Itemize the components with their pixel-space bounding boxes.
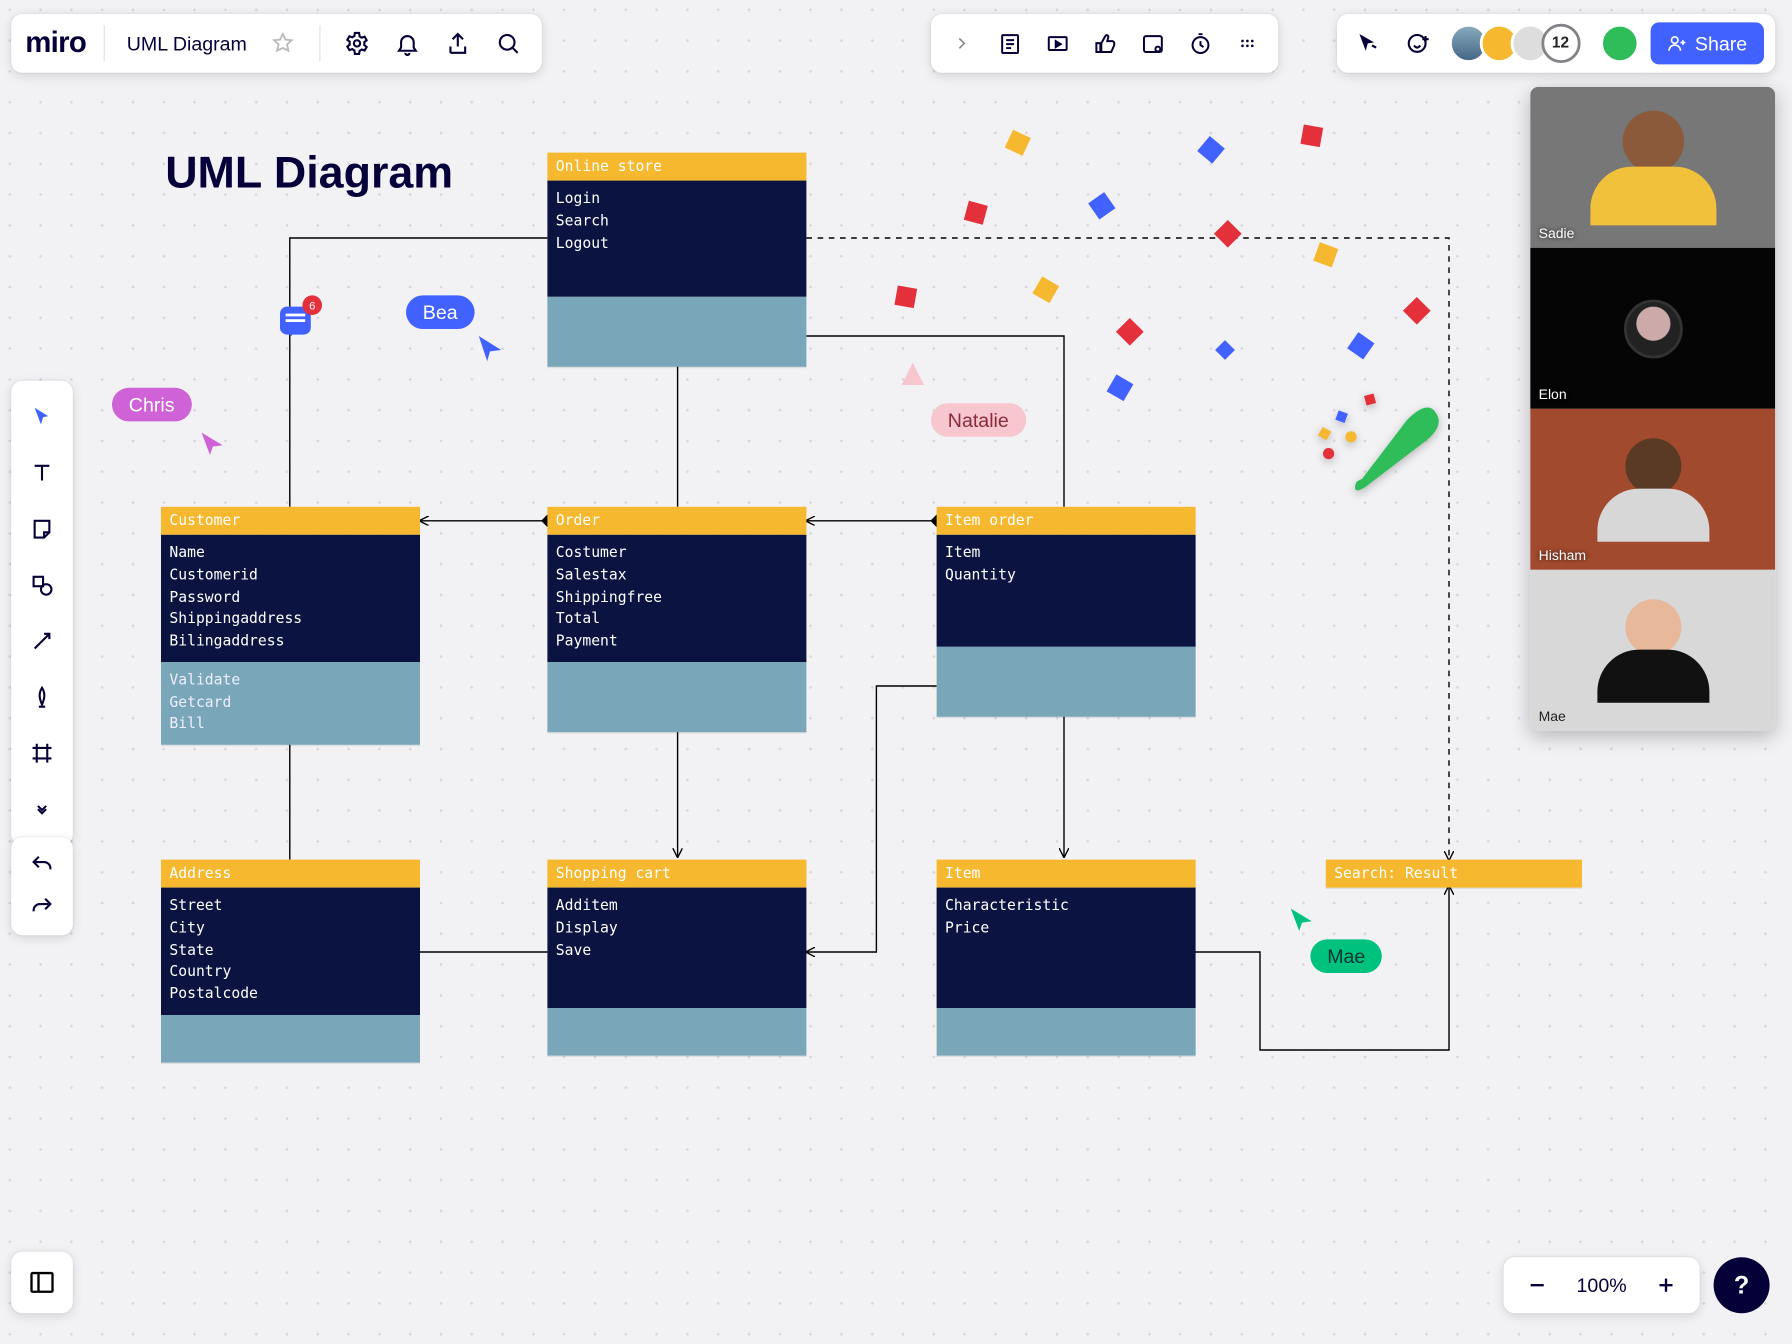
uml-item[interactable]: Item Characteristic Price	[937, 860, 1196, 1056]
video-name: Elon	[1539, 388, 1567, 403]
sticky-note-tool-icon[interactable]	[17, 504, 67, 554]
cursor-bea-icon	[476, 333, 507, 364]
comment-bubble[interactable]: 6	[280, 307, 311, 335]
uml-ops: Validate Getcard Bill	[161, 662, 420, 745]
canvas-title: UML Diagram	[165, 147, 453, 199]
current-user-avatar[interactable]	[1600, 24, 1639, 63]
separator	[320, 25, 321, 61]
uml-ops	[937, 647, 1196, 717]
card-icon[interactable]	[1133, 24, 1172, 63]
share-button[interactable]: Share	[1650, 22, 1764, 64]
frame-tool-icon[interactable]	[17, 728, 67, 778]
uml-title: Order	[547, 507, 806, 535]
board-title[interactable]: UML Diagram	[121, 32, 252, 54]
uml-address[interactable]: Address Street City State Country Postal…	[161, 860, 420, 1063]
top-center-tools	[931, 14, 1278, 73]
vote-icon[interactable]	[1085, 24, 1124, 63]
uml-order[interactable]: Order Costumer Salestax Shippingfree Tot…	[547, 507, 806, 732]
cursor-tag-mae: Mae	[1310, 939, 1382, 973]
timer-icon[interactable]	[1180, 24, 1219, 63]
panel-icon	[28, 1268, 56, 1296]
video-name: Mae	[1539, 710, 1566, 725]
uml-attrs: Name Customerid Password Shippingaddress…	[161, 535, 420, 662]
cursor-tag-natalie: Natalie	[931, 403, 1026, 437]
separator	[103, 25, 104, 61]
party-popper-sticker[interactable]	[1309, 381, 1449, 521]
presence-count: 12	[1541, 24, 1580, 63]
uml-item-order[interactable]: Item order Item Quantity	[937, 507, 1196, 717]
uml-title: Item	[937, 860, 1196, 888]
undo-icon[interactable]	[22, 846, 61, 885]
uml-title: Address	[161, 860, 420, 888]
cursor-follow-icon[interactable]	[1348, 24, 1387, 63]
uml-ops	[547, 1008, 806, 1056]
video-tile[interactable]: Mae	[1530, 570, 1775, 731]
uml-attrs: Additem Display Save	[547, 888, 806, 1008]
uml-customer[interactable]: Customer Name Customerid Password Shippi…	[161, 507, 420, 745]
text-tool-icon[interactable]	[17, 448, 67, 498]
uml-attrs: Costumer Salestax Shippingfree Total Pay…	[547, 535, 806, 662]
top-right-collab: 12 Share	[1336, 14, 1775, 73]
uml-attrs: Street City State Country Postalcode	[161, 888, 420, 1015]
left-toolbar-history	[11, 837, 73, 935]
confetti	[1300, 124, 1323, 147]
cursor-tag-bea: Bea	[406, 295, 474, 329]
video-panel[interactable]: Sadie Elon Hisham Mae	[1530, 87, 1775, 731]
search-icon[interactable]	[489, 24, 528, 63]
confetti	[894, 285, 917, 308]
uml-online-store[interactable]: Online store Login Search Logout	[547, 153, 806, 368]
video-name: Sadie	[1539, 227, 1575, 242]
star-icon[interactable]	[264, 24, 303, 63]
note-icon[interactable]	[990, 24, 1029, 63]
pen-tool-icon[interactable]	[17, 672, 67, 722]
uml-title: Search: Result	[1326, 860, 1582, 888]
uml-ops	[161, 1015, 420, 1063]
uml-title: Customer	[161, 507, 420, 535]
video-name: Hisham	[1539, 549, 1586, 564]
uml-attrs: Item Quantity	[937, 535, 1196, 647]
cursor-tag-chris: Chris	[112, 388, 191, 422]
redo-icon[interactable]	[22, 888, 61, 927]
uml-title: Shopping cart	[547, 860, 806, 888]
cursor-chris-icon	[199, 430, 227, 458]
miro-logo[interactable]: miro	[25, 27, 86, 61]
export-icon[interactable]	[439, 24, 478, 63]
bell-icon[interactable]	[388, 24, 427, 63]
video-tile[interactable]: Hisham	[1530, 409, 1775, 570]
uml-ops	[547, 297, 806, 367]
uml-ops	[937, 1008, 1196, 1056]
present-icon[interactable]	[1037, 24, 1076, 63]
share-label: Share	[1695, 32, 1747, 54]
zoom-out-button[interactable]	[1518, 1266, 1557, 1305]
cursor-mae-icon	[1288, 906, 1316, 934]
video-tile[interactable]: Sadie	[1530, 87, 1775, 248]
uml-search-result[interactable]: Search: Result	[1326, 860, 1582, 888]
top-left-bar: miro UML Diagram	[11, 14, 542, 73]
person-add-icon	[1667, 34, 1687, 54]
shape-tool-icon[interactable]	[17, 560, 67, 610]
uml-shopping-cart[interactable]: Shopping cart Additem Display Save	[547, 860, 806, 1056]
select-tool-icon[interactable]	[17, 392, 67, 442]
zoom-in-button[interactable]	[1646, 1266, 1685, 1305]
uml-attrs: Characteristic Price	[937, 888, 1196, 1008]
comment-count-badge: 6	[302, 295, 322, 315]
chevron-right-icon[interactable]	[942, 24, 981, 63]
uml-title: Online store	[547, 153, 806, 181]
zoom-level[interactable]: 100%	[1574, 1274, 1630, 1296]
more-dots-icon[interactable]	[1228, 24, 1267, 63]
presence-avatars[interactable]: 12	[1448, 24, 1580, 63]
uml-ops	[547, 662, 806, 732]
zoom-controls: 100%	[1504, 1257, 1700, 1313]
connector-tool-icon[interactable]	[17, 616, 67, 666]
panel-toggle-button[interactable]	[11, 1252, 73, 1314]
uml-attrs: Login Search Logout	[547, 181, 806, 298]
video-tile[interactable]: Elon	[1530, 248, 1775, 409]
uml-title: Item order	[937, 507, 1196, 535]
confetti	[896, 357, 930, 391]
help-button[interactable]: ?	[1714, 1257, 1770, 1313]
more-tools-icon[interactable]	[17, 784, 67, 834]
settings-icon[interactable]	[338, 24, 377, 63]
left-toolbar	[11, 381, 73, 846]
reactions-icon[interactable]	[1398, 24, 1437, 63]
